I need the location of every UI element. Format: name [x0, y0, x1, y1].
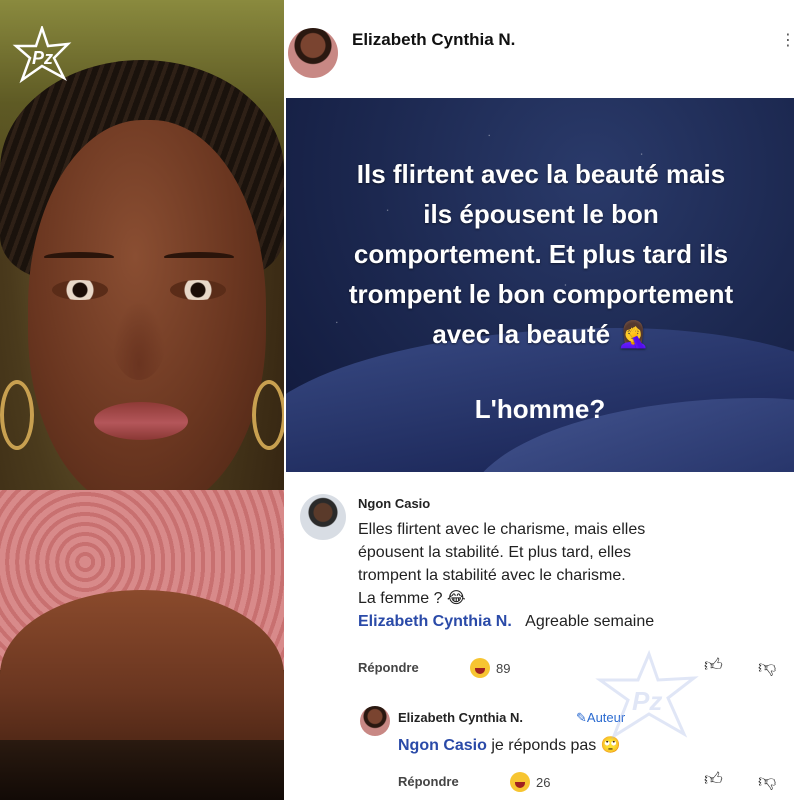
comment-line: Elles flirtent avec le charisme, mais el… — [358, 521, 646, 538]
post-author-name[interactable]: Elizabeth Cynthia N. — [352, 30, 515, 50]
comment-line: épousent la stabilité. Et plus tard, ell… — [358, 544, 632, 561]
quote-line: avec la beauté 🤦‍♀️ — [432, 319, 650, 349]
reaction-number: 89 — [496, 660, 511, 676]
earring-left — [0, 380, 34, 450]
quote-image: Ils flirtent avec la beauté mais ils épo… — [286, 98, 794, 472]
eye-left — [52, 280, 108, 300]
lips — [94, 402, 188, 440]
more-options-icon[interactable]: ⋮ — [780, 30, 796, 50]
comment-body: Elles flirtent avec le charisme, mais el… — [358, 518, 778, 633]
laugh-emoji-icon — [470, 658, 490, 678]
comment-reply-line: Elizabeth Cynthia N. Agreable semaine — [358, 610, 778, 633]
pz-logo-icon: Pz — [12, 26, 72, 84]
reply-button[interactable]: Répondre — [358, 660, 419, 675]
avatar[interactable] — [288, 28, 338, 78]
reaction-number: 26 — [536, 774, 551, 790]
comment-line: La femme ? 😂 — [358, 590, 466, 607]
reply-author-name[interactable]: Elizabeth Cynthia N. — [398, 710, 523, 725]
quote-line: Ils flirtent avec la beauté mais — [356, 159, 726, 189]
pz-watermark-icon: Pz — [595, 650, 699, 740]
thumbs-down-icon[interactable]: 👎︎ — [758, 770, 776, 792]
earring-right — [252, 380, 284, 450]
quote-line: comportement. Et plus tard ils — [353, 239, 729, 269]
reply-text: Agreable semaine — [525, 613, 655, 630]
quote-line: trompent le bon comportement — [348, 279, 734, 309]
mention-link[interactable]: Elizabeth Cynthia N. — [358, 613, 512, 630]
eye-right — [170, 280, 226, 300]
eyebrow-right — [164, 252, 234, 262]
comment-line: trompent la stabilité avec le charisme. — [358, 567, 626, 584]
nose — [112, 300, 166, 380]
quote-text: Ils flirtent avec la beauté mais ils épo… — [296, 154, 786, 354]
mention-link[interactable]: Ngon Casio — [398, 737, 487, 754]
svg-text:Pz: Pz — [32, 48, 53, 68]
reaction-count[interactable]: 26 — [510, 772, 550, 792]
photo-bottom-shadow — [0, 740, 284, 800]
eyebrow-left — [44, 252, 114, 262]
post-panel: Elizabeth Cynthia N. ⋮ Ils flirtent avec… — [284, 0, 798, 800]
laugh-emoji-icon — [510, 772, 530, 792]
reply-avatar[interactable] — [360, 706, 390, 736]
commenter-avatar[interactable] — [300, 494, 346, 540]
crossed-arms — [0, 590, 284, 760]
quote-question: L'homme? — [474, 394, 606, 424]
thumbs-up-icon[interactable]: 👍︎ — [704, 654, 723, 676]
pencil-icon: ✎ — [576, 710, 587, 725]
thumbs-up-icon[interactable]: 👍︎ — [704, 768, 723, 790]
commenter-name[interactable]: Ngon Casio — [358, 496, 430, 511]
post-header: Elizabeth Cynthia N. ⋮ — [284, 0, 798, 96]
svg-text:Pz: Pz — [632, 686, 662, 716]
portrait-photo: Pz — [0, 0, 284, 800]
reply-button[interactable]: Répondre — [398, 774, 459, 789]
thumbs-down-icon[interactable]: 👎︎ — [758, 656, 776, 678]
reaction-count[interactable]: 89 — [470, 658, 510, 678]
quote-line: ils épousent le bon — [423, 199, 659, 229]
